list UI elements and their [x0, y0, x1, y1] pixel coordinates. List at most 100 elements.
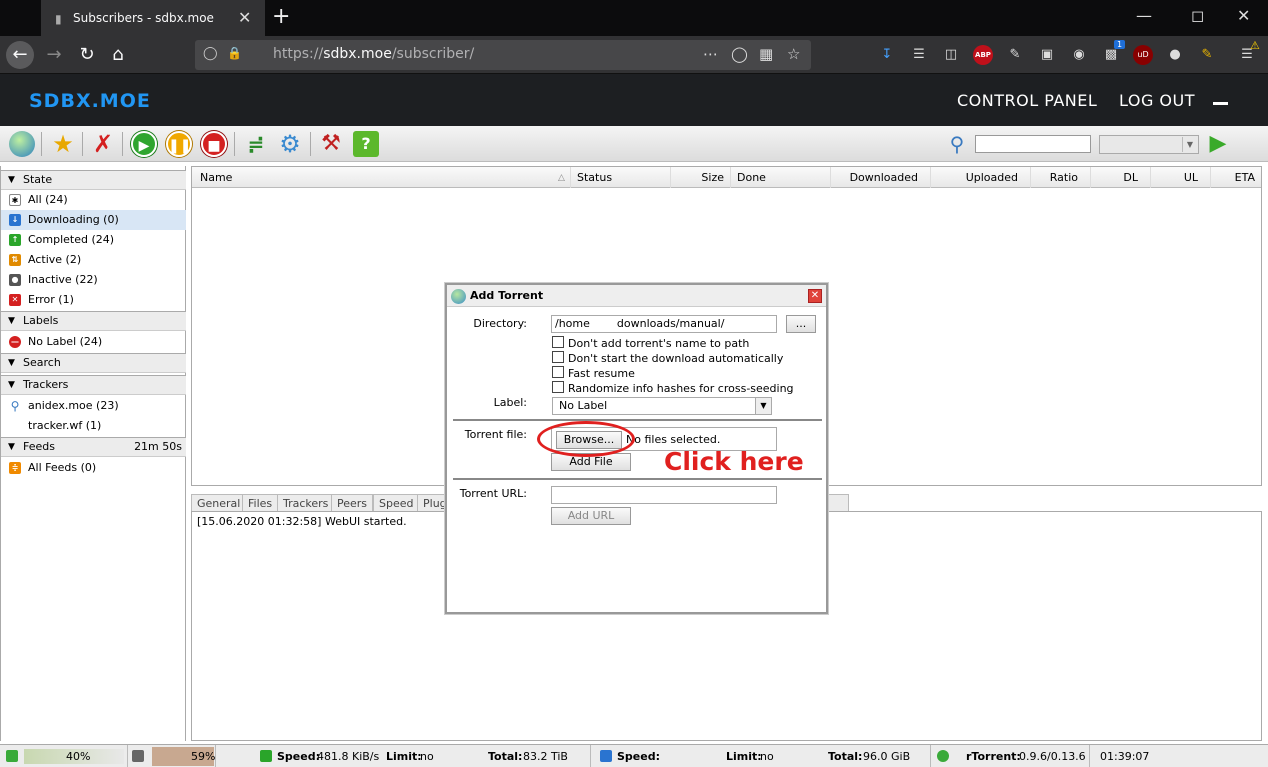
checkbox-randomize-hashes[interactable] [552, 381, 564, 393]
torrent-file-label: Torrent file: [464, 428, 527, 441]
feeds-header[interactable]: ▼ Feeds 21m 50s [1, 437, 186, 457]
tab-speed[interactable]: Speed [373, 494, 420, 512]
checkbox-fast-resume[interactable] [552, 366, 564, 378]
column-ul[interactable]: UL [1151, 167, 1211, 188]
search-icon[interactable]: ⚲ [944, 131, 970, 157]
tab-peers[interactable]: Peers [331, 494, 374, 512]
inactive-icon: ● [9, 274, 21, 286]
trackers-header[interactable]: ▼ Trackers [1, 375, 186, 395]
column-dl[interactable]: DL [1091, 167, 1151, 188]
search-header[interactable]: ▼ Search [1, 353, 186, 373]
screenshot-icon[interactable]: ▣ [1037, 45, 1057, 65]
lock-icon[interactable]: 🔒 [227, 46, 242, 60]
bookmark-star-icon[interactable]: ☆ [787, 45, 800, 63]
state-active[interactable]: ⇅ Active (2) [1, 250, 186, 270]
state-completed[interactable]: ↑ Completed (24) [1, 230, 186, 250]
tab-close-icon[interactable]: ✕ [238, 8, 251, 27]
column-ratio[interactable]: Ratio [1031, 167, 1091, 188]
home-icon[interactable]: ⌂ [104, 41, 132, 69]
pen-icon[interactable]: ✎ [1197, 45, 1217, 65]
settings-gear-icon[interactable]: ⚙ [277, 131, 303, 157]
cpu-usage-text: 59% [191, 750, 216, 763]
section-divider [453, 419, 822, 421]
url-bar[interactable]: ◯ 🔒 https://sdbx.moe/subscriber/ ⋯ ◯ ▦ ☆ [195, 40, 811, 70]
library-icon[interactable]: ☰ [909, 45, 929, 65]
state-downloading[interactable]: ↓ Downloading (0) [1, 210, 186, 230]
back-arrow-icon[interactable]: ← [6, 41, 34, 69]
log-out-link[interactable]: LOG OUT [1119, 91, 1195, 110]
search-input[interactable] [975, 135, 1091, 153]
directory-input[interactable]: /home downloads/manual/ [551, 315, 777, 333]
tracker-anidex[interactable]: ⚲ anidex.moe (23) [1, 396, 186, 416]
state-all[interactable]: ✱ All (24) [1, 190, 186, 210]
dialog-header[interactable]: Add Torrent ✕ [447, 285, 826, 307]
browser-tab[interactable]: ▮ Subscribers - sdbx.moe ✕ [41, 0, 265, 36]
start-icon[interactable]: ▶ [131, 131, 157, 157]
control-panel-link[interactable]: CONTROL PANEL [957, 91, 1097, 110]
more-actions-icon[interactable]: ⋯ [703, 45, 718, 63]
tracker-wf[interactable]: tracker.wf (1) [1, 416, 186, 436]
column-status[interactable]: Status [571, 167, 671, 188]
hamburger-icon[interactable] [1213, 102, 1228, 105]
state-error[interactable]: ✕ Error (1) [1, 290, 186, 310]
download-icon[interactable]: ↧ [877, 45, 897, 65]
stop-icon[interactable]: ■ [201, 131, 227, 157]
column-done[interactable]: Done [731, 167, 831, 188]
new-tab-icon[interactable]: + [272, 4, 290, 29]
directory-value-b: downloads/manual/ [616, 317, 725, 330]
add-url-button[interactable]: Add URL [551, 507, 631, 525]
mask-icon[interactable]: ◉ [1069, 45, 1089, 65]
forward-arrow-icon[interactable]: → [40, 41, 68, 69]
column-size[interactable]: Size [671, 167, 731, 188]
labels-header[interactable]: ▼ Labels [1, 311, 186, 331]
tools-icon[interactable]: ⚒ [318, 131, 344, 157]
sidebar-icon[interactable]: ◫ [941, 45, 961, 65]
column-name[interactable]: Name △ [192, 167, 571, 188]
warning-icon: ⚠ [1250, 39, 1260, 52]
window-close-icon[interactable]: ✕ [1237, 6, 1250, 25]
tab-overflow[interactable] [827, 494, 849, 512]
shield-icon[interactable]: ◯ [203, 46, 218, 61]
tab-trackers[interactable]: Trackers [277, 494, 335, 512]
reader-icon[interactable]: ▦ [759, 45, 773, 63]
add-torrent-globe-icon[interactable] [9, 131, 35, 157]
browse-directory-button[interactable]: ... [786, 315, 816, 333]
account-icon[interactable]: ● [1165, 45, 1185, 65]
remove-x-icon[interactable]: ✗ [90, 131, 116, 157]
adblock-icon[interactable]: ABP [973, 45, 993, 65]
checkbox-no-name-path[interactable] [552, 336, 564, 348]
column-downloaded[interactable]: Downloaded [831, 167, 931, 188]
ul-total-value: 83.2 TiB [523, 750, 568, 763]
rss-feed-icon[interactable]: ≓ [243, 131, 269, 157]
chevron-down-icon: ▼ [1182, 137, 1197, 152]
section-divider [453, 478, 822, 480]
clock: 01:39:07 [1090, 745, 1156, 767]
extension-icon[interactable]: ✎ [1005, 45, 1025, 65]
reload-icon[interactable]: ↻ [73, 41, 101, 69]
tab-general[interactable]: General [191, 494, 247, 512]
ublock-icon[interactable]: uD [1133, 45, 1153, 65]
label-select[interactable]: No Label ▼ [552, 397, 772, 415]
pocket-icon[interactable]: ◯ [731, 45, 748, 63]
search-go-icon[interactable]: ▶ [1205, 131, 1231, 157]
column-eta[interactable]: ETA [1211, 167, 1261, 188]
collapse-icon: ▼ [8, 175, 15, 185]
upload-arrow-icon: ↑ [9, 234, 21, 246]
help-icon[interactable]: ? [353, 131, 379, 157]
label-no-label[interactable]: — No Label (24) [1, 332, 186, 352]
column-uploaded[interactable]: Uploaded [931, 167, 1031, 188]
state-header[interactable]: ▼ State [1, 170, 186, 190]
search-engine-select[interactable]: ▼ [1099, 135, 1199, 154]
torrent-url-input[interactable] [551, 486, 777, 504]
download-status: Speed: Limit: no Total: 96.0 GiB [595, 745, 931, 767]
favorite-star-icon[interactable]: ★ [50, 131, 76, 157]
dialog-close-icon[interactable]: ✕ [808, 289, 822, 303]
checkbox-no-autostart[interactable] [552, 351, 564, 363]
minimize-icon[interactable]: — [1136, 6, 1152, 25]
feeds-all[interactable]: ≑ All Feeds (0) [1, 458, 186, 478]
brand-logo[interactable]: SDBX.MOE [29, 90, 151, 112]
tab-files[interactable]: Files [242, 494, 279, 512]
maximize-icon[interactable]: ◻ [1191, 6, 1204, 25]
state-inactive[interactable]: ● Inactive (22) [1, 270, 186, 290]
pause-icon[interactable]: ❚❚ [166, 131, 192, 157]
